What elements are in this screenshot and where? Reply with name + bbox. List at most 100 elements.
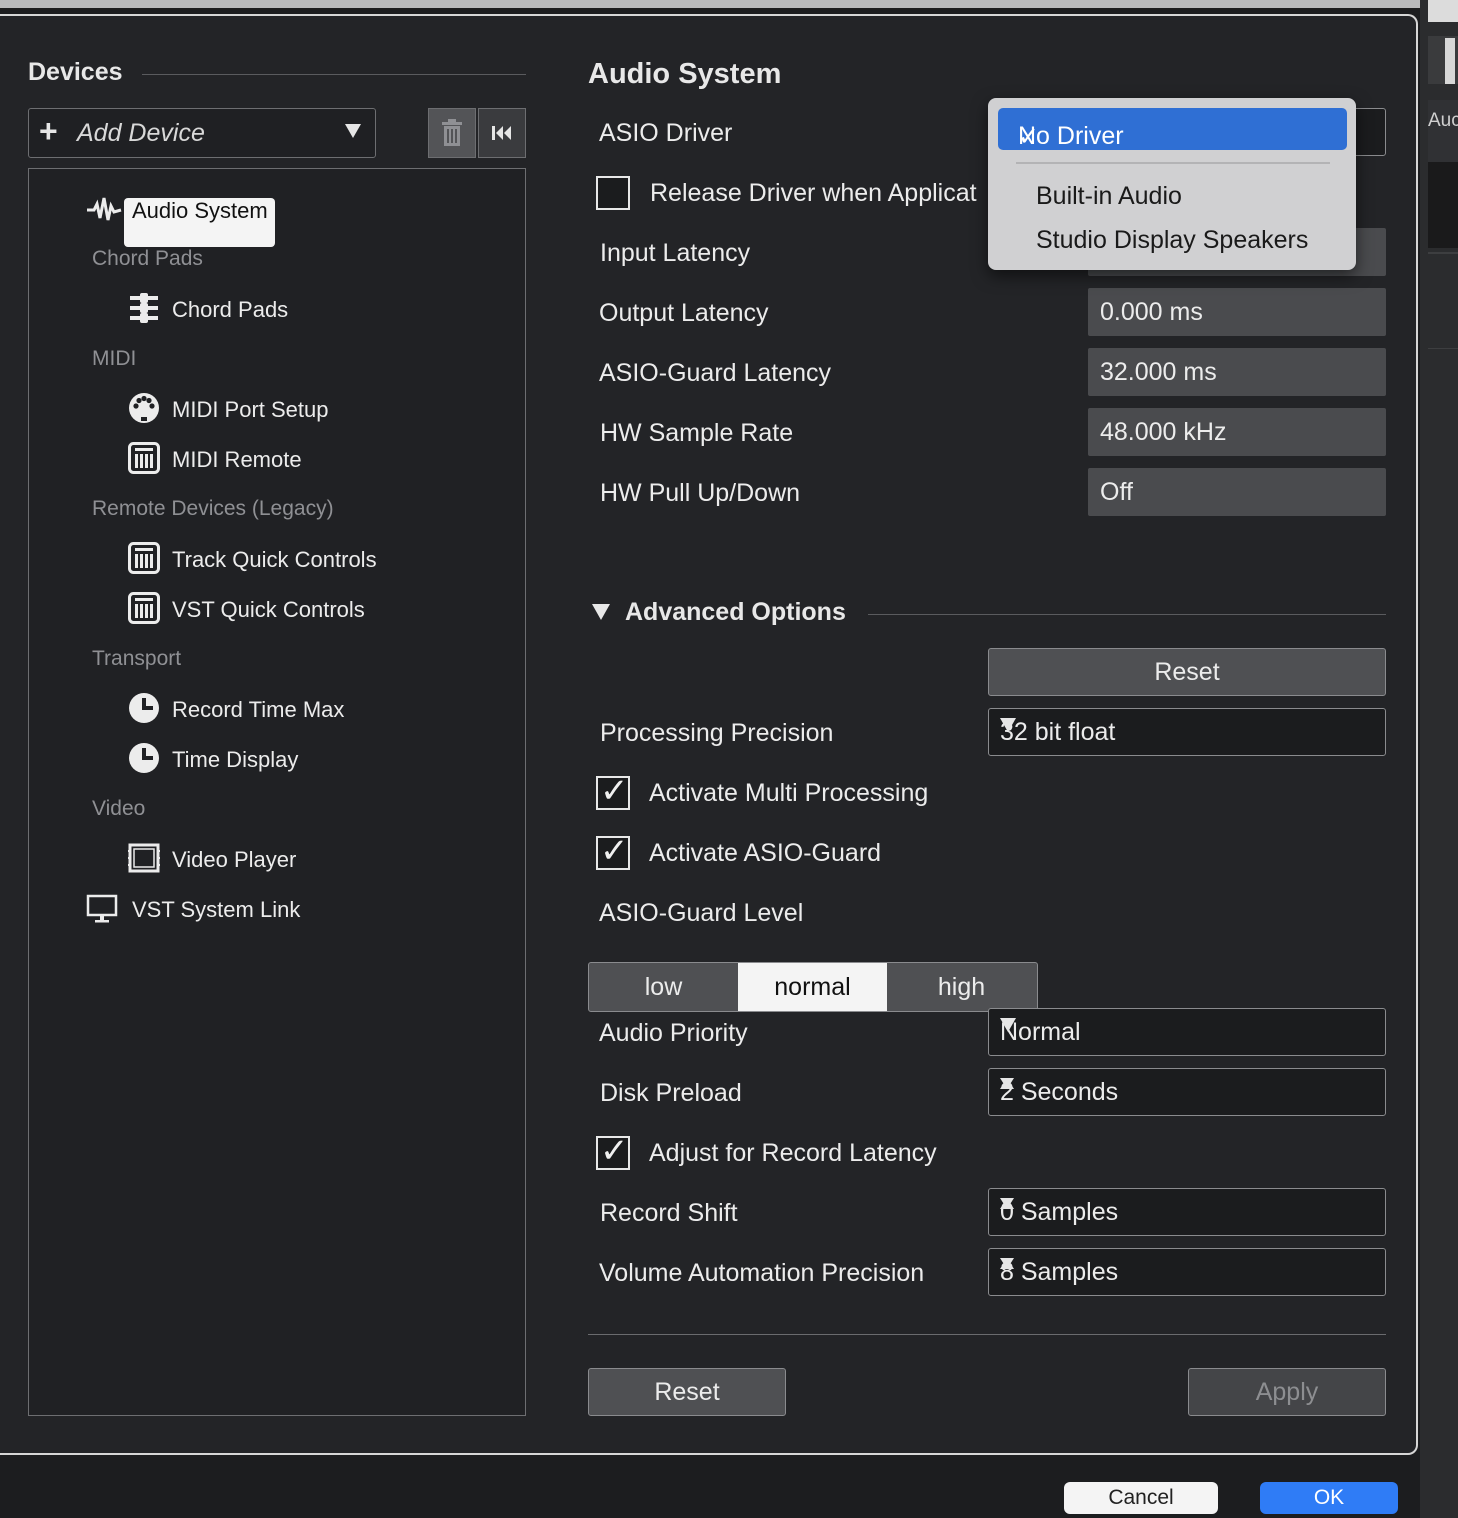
ok-button[interactable]: OK (1260, 1482, 1398, 1514)
record-shift-stepper[interactable]: 0 Samples (988, 1188, 1386, 1236)
hw-pull-label: HW Pull Up/Down (600, 479, 801, 507)
disk-preload-stepper[interactable]: 2 Seconds (988, 1068, 1386, 1116)
add-device-dropdown[interactable]: + Add Device (28, 108, 376, 158)
output-latency-value: 0.000 ms (1100, 298, 1203, 326)
monitor-icon (86, 894, 118, 923)
tree-item-audio-system[interactable]: Audio System (132, 198, 268, 224)
clock-icon (129, 743, 159, 773)
remove-device-button[interactable] (428, 108, 476, 158)
tree-item-midi-port-setup[interactable]: MIDI Port Setup (172, 397, 329, 423)
waveform-icon (87, 197, 122, 221)
volume-automation-label: Volume Automation Precision (599, 1259, 925, 1287)
level-low-option[interactable]: low (589, 963, 738, 1011)
audio-priority-label: Audio Priority (599, 1019, 748, 1047)
volume-automation-stepper[interactable]: 8 Samples (988, 1248, 1386, 1296)
audio-system-title: Audio System (588, 58, 782, 90)
multi-processing-checkbox[interactable]: ✓ (596, 772, 630, 810)
tree-item-time-display[interactable]: Time Display (172, 747, 298, 773)
processing-precision-dropdown[interactable]: 32 bit float (988, 708, 1386, 756)
background-app-area (1428, 162, 1458, 248)
advanced-options-title[interactable]: Advanced Options (625, 598, 846, 627)
arrow-down-icon[interactable] (1000, 1258, 1014, 1269)
keyboard-icon (128, 442, 160, 474)
tree-category-video[interactable]: Video (92, 797, 145, 821)
skip-back-icon (492, 126, 511, 140)
asio-guard-level-label: ASIO-Guard Level (599, 899, 804, 927)
add-device-label: Add Device (77, 119, 205, 147)
tree-item-midi-remote[interactable]: MIDI Remote (172, 447, 302, 473)
keyboard-icon (128, 542, 160, 574)
asio-guard-level-selector: low normal high (588, 962, 1038, 1012)
input-latency-label: Input Latency (600, 239, 751, 267)
reset-button[interactable]: Reset (588, 1368, 786, 1416)
menu-item-no-driver[interactable]: ✓ No Driver (998, 108, 1347, 151)
output-latency-label: Output Latency (599, 299, 769, 327)
chevron-down-icon (1000, 718, 1016, 732)
chevron-down-icon (1000, 1018, 1016, 1032)
menu-item-built-in-audio[interactable]: Built-in Audio (1036, 182, 1182, 211)
menu-item-studio-display-speakers[interactable]: Studio Display Speakers (1036, 226, 1308, 255)
check-icon: ✓ (600, 832, 629, 870)
processing-precision-label: Processing Precision (600, 719, 834, 747)
record-shift-value: 0 Samples (1000, 1198, 1119, 1226)
hw-sample-rate-label: HW Sample Rate (600, 419, 794, 447)
hw-sample-rate-field: 48.000 kHz (1088, 408, 1386, 456)
disk-preload-value: 2 Seconds (1000, 1078, 1119, 1106)
asio-guard-latency-value: 32.000 ms (1100, 358, 1217, 386)
trash-icon (442, 119, 462, 146)
advanced-reset-button[interactable]: Reset (988, 648, 1386, 696)
release-driver-checkbox[interactable] (596, 176, 630, 210)
tree-item-video-player[interactable]: Video Player (172, 847, 296, 873)
background-app-tab (1428, 0, 1458, 22)
reset-device-button[interactable] (478, 108, 526, 158)
asio-guard-label: Activate ASIO-Guard (649, 839, 882, 867)
asio-guard-checkbox[interactable]: ✓ (596, 832, 630, 870)
level-high-option[interactable]: high (887, 963, 1036, 1011)
background-divider (1428, 348, 1458, 349)
background-divider (1428, 252, 1458, 254)
film-icon (128, 843, 160, 873)
tree-category-chord-pads[interactable]: Chord Pads (92, 247, 203, 271)
asio-driver-label: ASIO Driver (599, 119, 733, 147)
multi-processing-label: Activate Multi Processing (649, 779, 929, 807)
tree-item-track-quick-controls[interactable]: Track Quick Controls (172, 547, 377, 573)
devices-title-rule (142, 74, 526, 75)
tree-category-midi[interactable]: MIDI (92, 347, 136, 371)
asio-guard-latency-field: 32.000 ms (1088, 348, 1386, 396)
menu-separator (1016, 162, 1330, 164)
keyboard-icon (128, 592, 160, 624)
apply-button[interactable]: Apply (1188, 1368, 1386, 1416)
arrow-down-icon[interactable] (1000, 1198, 1014, 1209)
tree-category-transport[interactable]: Transport (92, 647, 181, 671)
chevron-down-icon (345, 124, 361, 138)
check-icon: ✓ (600, 1132, 629, 1170)
tree-item-vst-quick-controls[interactable]: VST Quick Controls (172, 597, 365, 623)
tree-item-record-time-max[interactable]: Record Time Max (172, 697, 344, 723)
output-latency-field: 0.000 ms (1088, 288, 1386, 336)
disk-preload-label: Disk Preload (600, 1079, 742, 1107)
hw-sample-rate-value: 48.000 kHz (1100, 418, 1227, 446)
sliders-icon (130, 293, 158, 323)
asio-driver-menu: ✓ No Driver Built-in Audio Studio Displa… (988, 98, 1356, 270)
background-app-bar (0, 0, 1430, 8)
adjust-record-latency-checkbox[interactable]: ✓ (596, 1132, 630, 1170)
studio-setup-dialog: Devices + Add Device Audio System Chord … (0, 14, 1418, 1455)
cancel-button[interactable]: Cancel (1064, 1482, 1218, 1514)
tree-item-chord-pads[interactable]: Chord Pads (172, 297, 288, 323)
devices-title: Devices (28, 58, 123, 86)
audio-priority-dropdown[interactable]: Normal (988, 1008, 1386, 1056)
plus-icon: + (39, 113, 58, 149)
volume-automation-value: 8 Samples (1000, 1258, 1119, 1286)
advanced-options-rule (868, 614, 1386, 615)
background-app-label: Auc (1428, 110, 1458, 131)
record-shift-label: Record Shift (600, 1199, 738, 1227)
adjust-record-latency-label: Adjust for Record Latency (649, 1139, 937, 1167)
tree-item-vst-system-link[interactable]: VST System Link (132, 897, 300, 923)
tree-category-remote-devices-legacy[interactable]: Remote Devices (Legacy) (92, 497, 334, 521)
clock-icon (129, 693, 159, 723)
check-icon: ✓ (600, 772, 629, 810)
footer-divider (588, 1334, 1386, 1335)
collapse-triangle-icon[interactable] (592, 604, 610, 620)
arrow-down-icon[interactable] (1000, 1078, 1014, 1089)
level-normal-option[interactable]: normal (738, 963, 887, 1011)
